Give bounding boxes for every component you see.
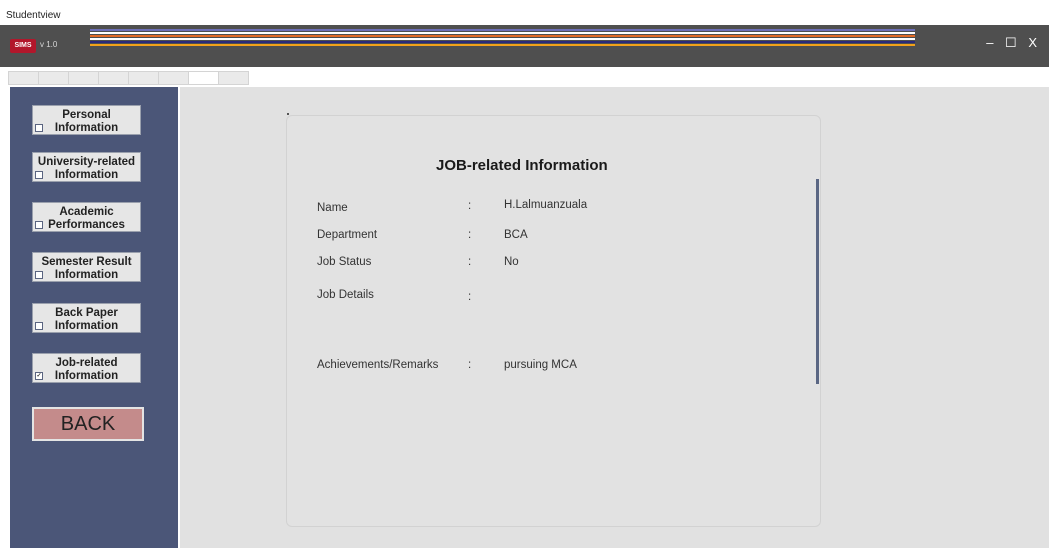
field-colon: : — [468, 200, 472, 212]
job-info-panel — [286, 115, 821, 527]
stripe — [90, 29, 915, 31]
stripe — [90, 41, 915, 43]
tab[interactable] — [38, 71, 68, 85]
app-logo: SIMS — [10, 39, 36, 53]
stripe — [90, 44, 915, 46]
app-version: v 1.0 — [40, 40, 58, 49]
main-content: JOB-related Information Name : H.Lalmuan… — [180, 87, 1049, 548]
tab[interactable] — [68, 71, 98, 85]
tab[interactable] — [128, 71, 158, 85]
field-value-job-status: No — [504, 256, 519, 268]
header-stripes — [90, 29, 915, 47]
checkbox-icon[interactable] — [35, 171, 43, 179]
back-button[interactable]: BACK — [32, 407, 144, 441]
semester-result-button[interactable]: Semester Result Information — [32, 252, 141, 282]
os-window-title: Studentview — [6, 10, 61, 21]
button-label: Information — [54, 122, 119, 134]
field-label-department: Department — [317, 229, 378, 241]
app-titlebar: SIMS v 1.0 – ☐ X — [0, 25, 1049, 67]
personal-info-button[interactable]: Personal Information — [32, 105, 141, 135]
field-colon: : — [468, 291, 472, 303]
field-label-name: Name — [317, 202, 348, 214]
panel-title: JOB-related Information — [436, 157, 608, 174]
checkbox-icon[interactable] — [35, 271, 43, 279]
minimize-button[interactable]: – — [986, 35, 993, 50]
button-label: Information — [54, 370, 119, 382]
field-label-achievements: Achievements/Remarks — [317, 359, 439, 371]
field-label-job-details: Job Details — [317, 289, 374, 301]
checkbox-icon[interactable] — [35, 322, 43, 330]
tab-active[interactable] — [188, 71, 218, 85]
field-colon: : — [468, 256, 472, 268]
window-controls: – ☐ X — [978, 35, 1037, 51]
field-label-job-status: Job Status — [317, 256, 372, 268]
job-related-button[interactable]: Job-related Information ✓ — [32, 353, 141, 383]
checkbox-icon[interactable] — [35, 124, 43, 132]
button-label: Information — [54, 269, 119, 281]
maximize-button[interactable]: ☐ — [1005, 35, 1017, 51]
stripe — [90, 32, 915, 34]
vertical-scrollbar[interactable] — [816, 179, 819, 384]
back-paper-button[interactable]: Back Paper Information — [32, 303, 141, 333]
button-label: Information — [54, 320, 119, 332]
button-label: Semester Result — [41, 256, 132, 268]
button-label: Information — [54, 169, 119, 181]
tab-strip — [8, 71, 249, 85]
checkbox-checked-icon[interactable]: ✓ — [35, 372, 43, 380]
stripe — [90, 38, 915, 40]
field-colon: : — [468, 229, 472, 241]
stripe — [90, 35, 915, 37]
field-value-department: BCA — [504, 229, 528, 241]
academic-performance-button[interactable]: Academic Performances — [32, 202, 141, 232]
field-value-name: H.Lalmuanzuala — [504, 199, 588, 211]
button-label: Back Paper — [55, 307, 118, 319]
checkbox-icon[interactable] — [35, 221, 43, 229]
button-label: Academic — [59, 206, 114, 218]
button-label: Job-related — [55, 357, 118, 369]
field-value-achievements: pursuing MCA — [504, 359, 577, 371]
close-button[interactable]: X — [1028, 35, 1037, 50]
tab[interactable] — [218, 71, 249, 85]
tab[interactable] — [158, 71, 188, 85]
sidebar: Personal Information University-related … — [10, 87, 178, 548]
tab[interactable] — [98, 71, 128, 85]
university-info-button[interactable]: University-related Information — [32, 152, 141, 182]
button-label: Personal — [62, 109, 111, 121]
button-label: University-related — [37, 156, 136, 168]
tab[interactable] — [8, 71, 38, 85]
button-label: Performances — [48, 219, 125, 231]
field-colon: : — [468, 359, 472, 371]
